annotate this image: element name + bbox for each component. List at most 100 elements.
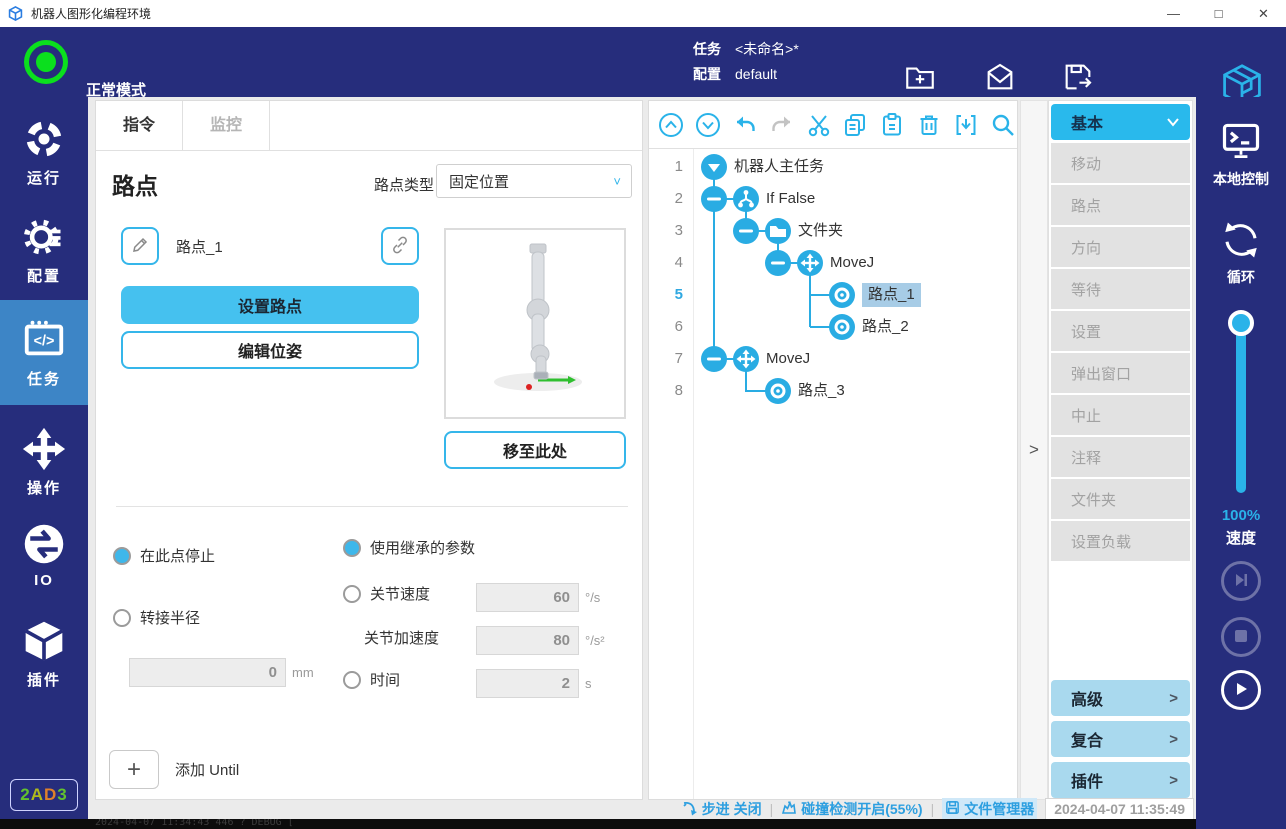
tree-row[interactable]: 6 路点_2 <box>649 311 1017 343</box>
if-node-icon[interactable] <box>733 186 759 212</box>
delete-button[interactable] <box>915 111 943 139</box>
tree-row-number: 8 <box>649 375 683 407</box>
joint-speed-radio[interactable] <box>343 585 361 603</box>
palette-item-waypoint[interactable]: 路点 <box>1051 185 1190 225</box>
collision-detect-status[interactable]: 碰撞检测开启(55%) <box>781 799 922 819</box>
sidebar-item-config[interactable]: 配置 <box>0 215 88 286</box>
joint-speed-option[interactable]: 关节速度 <box>343 583 430 604</box>
waypoint-type-select[interactable]: 固定位置 ˅ <box>436 164 632 198</box>
palette-item-payload[interactable]: 设置负载 <box>1051 521 1190 561</box>
sidebar-item-run[interactable]: 运行 <box>0 117 88 188</box>
palette-item-abort[interactable]: 中止 <box>1051 395 1190 435</box>
tab-instruction[interactable]: 指令 <box>96 101 183 150</box>
tree-row[interactable]: 8 路点_3 <box>649 375 1017 407</box>
loop-button[interactable]: 循环 <box>1196 219 1286 287</box>
minimize-button[interactable]: — <box>1151 0 1196 27</box>
search-button[interactable] <box>989 111 1017 139</box>
sidebar-item-io[interactable]: IO <box>0 522 88 589</box>
stop-at-point-radio[interactable] <box>113 547 131 565</box>
move-up-button[interactable] <box>657 111 685 139</box>
set-waypoint-button[interactable]: 设置路点 <box>121 286 419 324</box>
maximize-button[interactable]: □ <box>1196 0 1241 27</box>
copy-button[interactable] <box>842 111 870 139</box>
close-button[interactable]: ✕ <box>1241 0 1286 27</box>
palette-group-plugin[interactable]: 插件> <box>1051 762 1190 798</box>
step-mode-status[interactable]: 步进 关闭 <box>682 799 762 819</box>
move-down-button[interactable] <box>694 111 722 139</box>
rename-waypoint-button[interactable] <box>121 227 159 265</box>
move-here-button[interactable]: 移至此处 <box>444 431 626 469</box>
movej-node-icon[interactable] <box>797 250 823 276</box>
collapse-node-icon[interactable] <box>733 218 759 244</box>
collapse-node-icon[interactable] <box>701 186 727 212</box>
folder-node-icon[interactable] <box>765 218 791 244</box>
step-button[interactable] <box>1221 561 1261 601</box>
paste-button[interactable] <box>878 111 906 139</box>
window-title: 机器人图形化编程环境 <box>31 5 151 22</box>
tree-row-label[interactable]: If False <box>766 183 815 215</box>
palette-group-composite[interactable]: 复合> <box>1051 721 1190 757</box>
waypoint-name: 路点_1 <box>176 236 223 257</box>
tree-row[interactable]: 2 If False <box>649 183 1017 215</box>
palette-item-folder[interactable]: 文件夹 <box>1051 479 1190 519</box>
palette-group-basic[interactable]: 基本 <box>1051 104 1190 140</box>
local-control-button[interactable]: 本地控制 <box>1196 119 1286 189</box>
speed-slider-knob[interactable] <box>1228 310 1254 336</box>
collapse-node-icon[interactable] <box>701 346 727 372</box>
caret-down-icon[interactable] <box>701 154 727 180</box>
tree-row-selected[interactable]: 5 路点_1 <box>649 279 1017 311</box>
speed-slider-track[interactable] <box>1236 323 1246 493</box>
joint-speed-input[interactable]: 60 <box>476 583 579 612</box>
blend-radius-option[interactable]: 转接半径 <box>113 607 200 628</box>
tree-row-label[interactable]: MoveJ <box>766 343 810 375</box>
blend-radius-input[interactable]: 0 <box>129 658 286 687</box>
tree-row-label[interactable]: 路点_3 <box>798 375 845 407</box>
redo-button[interactable] <box>768 111 796 139</box>
tree-row[interactable]: 3 文件夹 <box>649 215 1017 247</box>
tree-row-label[interactable]: 路点_1 <box>862 283 921 307</box>
edit-pose-button[interactable]: 编辑位姿 <box>121 331 419 369</box>
waypoint-type-label: 路点类型 <box>374 174 434 195</box>
config-label: 配置 <box>693 66 721 82</box>
tree-row[interactable]: 1 机器人主任务 <box>649 151 1017 183</box>
tab-monitor[interactable]: 监控 <box>183 101 270 150</box>
stop-at-point-option[interactable]: 在此点停止 <box>113 545 215 566</box>
tree-row[interactable]: 4 MoveJ <box>649 247 1017 279</box>
palette-expander[interactable]: > <box>1020 100 1048 800</box>
cut-button[interactable] <box>805 111 833 139</box>
palette-item-popup[interactable]: 弹出窗口 <box>1051 353 1190 393</box>
sidebar-item-operate[interactable]: 操作 <box>0 427 88 498</box>
collapse-button[interactable] <box>952 111 980 139</box>
palette-item-wait[interactable]: 等待 <box>1051 269 1190 309</box>
link-waypoint-button[interactable] <box>381 227 419 265</box>
tree-row-label[interactable]: 文件夹 <box>798 215 843 247</box>
tree-row-label[interactable]: MoveJ <box>830 247 874 279</box>
inherit-params-option[interactable]: 使用继承的参数 <box>343 537 475 558</box>
sidebar-item-task[interactable]: </> 任务 <box>0 300 88 405</box>
file-manager-button[interactable]: 文件管理器 <box>942 798 1037 820</box>
undo-button[interactable] <box>731 111 759 139</box>
waypoint-node-icon[interactable] <box>829 282 855 308</box>
time-radio[interactable] <box>343 671 361 689</box>
add-until-button[interactable]: + <box>109 750 159 789</box>
palette-item-move[interactable]: 移动 <box>1051 143 1190 183</box>
movej-node-icon[interactable] <box>733 346 759 372</box>
waypoint-node-icon[interactable] <box>829 314 855 340</box>
waypoint-node-icon[interactable] <box>765 378 791 404</box>
inherit-params-radio[interactable] <box>343 539 361 557</box>
tree-row-label[interactable]: 路点_2 <box>862 311 909 343</box>
play-button[interactable] <box>1221 670 1261 710</box>
blend-radius-radio[interactable] <box>113 609 131 627</box>
palette-item-comment[interactable]: 注释 <box>1051 437 1190 477</box>
tree-row-label[interactable]: 机器人主任务 <box>734 151 824 183</box>
palette-item-direction[interactable]: 方向 <box>1051 227 1190 267</box>
palette-group-advanced[interactable]: 高级> <box>1051 680 1190 716</box>
sidebar-item-plugin[interactable]: 插件 <box>0 619 88 690</box>
collapse-node-icon[interactable] <box>765 250 791 276</box>
stop-button[interactable] <box>1221 617 1261 657</box>
palette-item-set[interactable]: 设置 <box>1051 311 1190 351</box>
time-option[interactable]: 时间 <box>343 669 400 690</box>
time-input[interactable]: 2 <box>476 669 579 698</box>
tree-row[interactable]: 7 MoveJ <box>649 343 1017 375</box>
joint-acc-input[interactable]: 80 <box>476 626 579 655</box>
